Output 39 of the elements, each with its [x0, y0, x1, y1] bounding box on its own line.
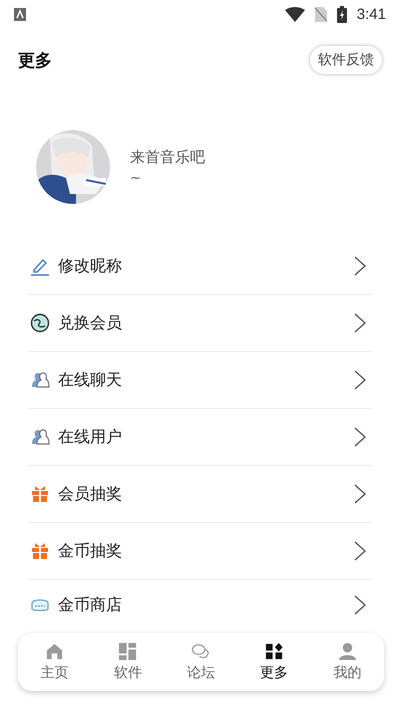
- page-title: 更多: [18, 50, 52, 72]
- menu-item[interactable]: 兑换会员: [28, 295, 372, 352]
- feedback-button[interactable]: 软件反馈: [310, 46, 382, 74]
- menu-item[interactable]: 在线用户: [28, 409, 372, 466]
- nav-tab[interactable]: 更多: [254, 640, 294, 684]
- menu-item[interactable]: 修改昵称: [28, 238, 372, 295]
- grid-icon: [118, 642, 138, 661]
- nav-tab[interactable]: 软件: [108, 640, 148, 684]
- menu-item[interactable]: 金币抽奖: [28, 523, 372, 580]
- user-icon: [338, 642, 357, 661]
- clock-time: 3:41: [356, 6, 386, 22]
- user-name: 来首音乐吧: [130, 148, 205, 167]
- nav-tab[interactable]: 我的: [327, 640, 368, 684]
- chevron-icon: [354, 427, 366, 447]
- people-icon: [30, 427, 50, 447]
- chat-icon: [191, 642, 210, 661]
- gift-icon: [30, 541, 50, 561]
- nav-tab[interactable]: 主页: [34, 640, 75, 684]
- no-sim-icon: [314, 6, 327, 22]
- menu-item[interactable]: 在线聊天: [28, 352, 372, 409]
- gift-icon: [30, 484, 50, 504]
- home-icon: [45, 642, 64, 661]
- menu-item[interactable]: 金币商店: [28, 580, 372, 630]
- menu-item[interactable]: 会员抽奖: [28, 466, 372, 523]
- globe-icon: [30, 313, 50, 333]
- user-signature: ~: [130, 171, 142, 186]
- chevron-icon: [354, 370, 366, 390]
- pencil-icon: [30, 256, 50, 276]
- nav-tab[interactable]: 论坛: [180, 640, 221, 684]
- battery-icon: [336, 6, 347, 22]
- more-icon: [264, 642, 284, 661]
- chevron-icon: [354, 484, 366, 504]
- people-icon: [30, 370, 50, 390]
- notification-icon: [14, 8, 26, 20]
- chevron-icon: [354, 313, 366, 333]
- chevron-icon: [354, 541, 366, 561]
- chevron-icon: [354, 256, 366, 276]
- wifi-icon: [284, 6, 305, 22]
- chevron-icon: [354, 595, 366, 615]
